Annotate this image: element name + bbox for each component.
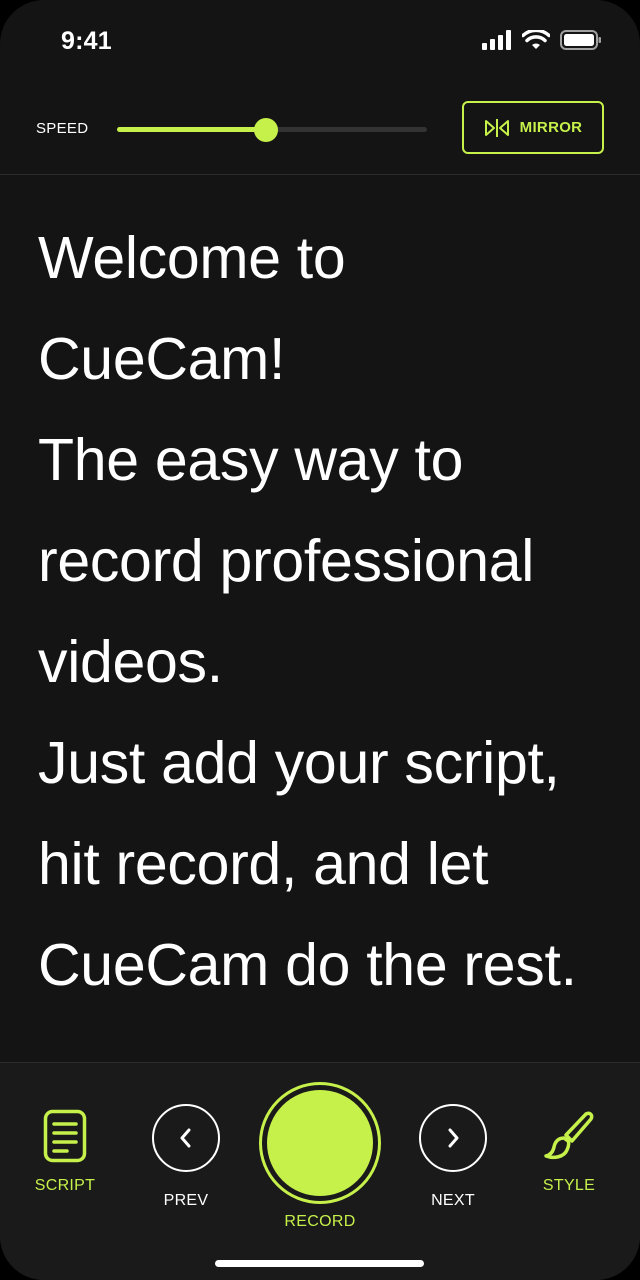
wifi-icon [522, 30, 550, 49]
chevron-right-icon [448, 1128, 459, 1148]
record-icon [267, 1090, 373, 1196]
status-time: 9:41 [61, 27, 112, 55]
status-bar: 9:41 [0, 0, 640, 84]
cellular-signal-icon [482, 30, 511, 50]
record-label: RECORD [284, 1213, 356, 1230]
mirror-flip-icon [484, 118, 509, 137]
phone-screen: 9:41 SPEED MIRROR Welcome to CueCam! The… [0, 0, 640, 1280]
speed-slider[interactable] [117, 118, 427, 142]
top-controls: SPEED MIRROR [0, 84, 640, 175]
speed-slider-thumb[interactable] [253, 118, 278, 142]
speed-slider-fill [117, 127, 266, 132]
script-line: Just add your script, [38, 730, 560, 796]
chevron-left-icon [180, 1128, 191, 1148]
script-line: Welcome to [38, 225, 346, 291]
script-line: record professional [38, 528, 535, 594]
next-label: NEXT [431, 1192, 475, 1209]
script-label: SCRIPT [34, 1177, 96, 1194]
home-indicator[interactable] [215, 1260, 424, 1267]
next-circle [419, 1104, 487, 1172]
mirror-label: MIRROR [519, 119, 583, 136]
script-button[interactable]: SCRIPT [30, 1109, 100, 1195]
document-icon [43, 1109, 87, 1163]
prev-circle [152, 1104, 220, 1172]
script-line: CueCam! [38, 326, 286, 392]
mirror-button[interactable]: MIRROR [462, 101, 604, 154]
prev-label: PREV [163, 1192, 209, 1209]
script-line: videos. [38, 629, 223, 695]
style-label: STYLE [542, 1177, 596, 1194]
status-icons [482, 30, 602, 50]
battery-icon [560, 30, 601, 50]
speed-label: SPEED [36, 120, 89, 137]
script-area[interactable]: Welcome to CueCam! The easy way to recor… [0, 176, 640, 1062]
script-line: hit record, and let [38, 831, 489, 897]
next-button[interactable]: NEXT [418, 1104, 488, 1210]
brush-icon [544, 1111, 594, 1160]
record-button[interactable] [259, 1082, 381, 1204]
script-text: Welcome to CueCam! The easy way to recor… [38, 208, 618, 1016]
script-line: CueCam do the rest. [38, 932, 577, 998]
style-button[interactable]: STYLE [534, 1109, 604, 1195]
script-line: The easy way to [38, 427, 464, 493]
prev-button[interactable]: PREV [151, 1104, 221, 1210]
bottom-bar: SCRIPT PREV RECORD NEXT STYLE [0, 1062, 640, 1280]
